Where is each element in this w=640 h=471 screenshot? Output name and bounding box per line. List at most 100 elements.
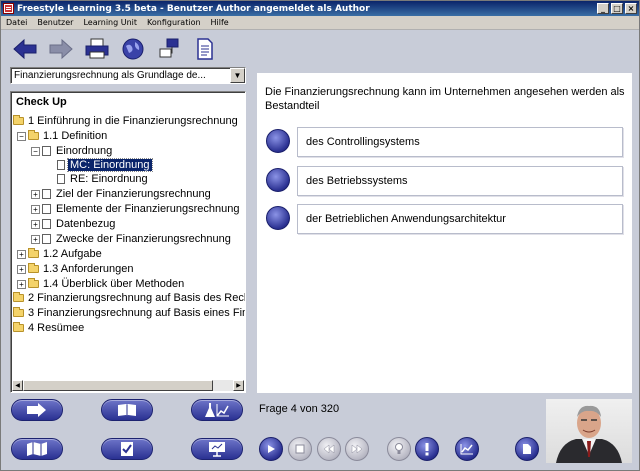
checklist-icon[interactable] [101,438,153,460]
answer-option[interactable]: des Controllingsystems [265,127,625,157]
back-arrow-icon[interactable] [11,35,39,63]
tree-item-label: 3 Finanzierungsrechnung auf Basis eines … [28,307,246,319]
fast-forward-icon[interactable] [345,437,369,461]
presentation-icon[interactable] [191,438,243,460]
tree-item[interactable]: 1 Einführung in die Finanzierungsrechnun… [13,114,240,128]
expand-icon[interactable]: + [17,279,26,289]
tree-item-label: Datenbezug [56,218,116,230]
folder-icon [13,292,24,302]
expand-icon[interactable]: + [17,249,26,259]
tree-item-selected[interactable]: MC: Einordnung [57,158,153,172]
tree-item-label: Elemente der Finanzierungsrechnung [56,203,240,215]
tree-item-label: Einordnung [56,145,113,157]
answer-radio[interactable] [266,168,290,192]
app-window: Freestyle Learning 3.5 beta - Benutzer A… [0,0,640,471]
expand-icon[interactable]: + [31,234,40,244]
tree-item[interactable]: 2 Finanzierungsrechnung auf Basis des Re… [13,291,246,305]
collapse-icon[interactable]: − [17,131,26,141]
globe-icon[interactable] [119,35,147,63]
answer-radio[interactable] [266,129,290,153]
answer-option[interactable]: des Betriebssystems [265,166,625,196]
collapse-icon[interactable]: − [31,146,40,156]
menu-konfiguration[interactable]: Konfiguration [142,18,206,27]
tree-heading: Check Up [16,96,67,108]
folder-icon [13,115,24,125]
stop-icon[interactable] [288,437,312,461]
content-tree[interactable]: Check Up 1 Einführung in die Finanzierun… [10,91,246,393]
map-icon[interactable] [11,438,63,460]
folder-icon [28,278,39,288]
network-icon[interactable] [155,35,183,63]
tree-item[interactable]: + Datenbezug [31,217,117,231]
scroll-track[interactable] [213,380,233,391]
menu-datei[interactable]: Datei [1,18,32,27]
chevron-down-icon[interactable]: ▼ [230,68,245,83]
tree-item-label: RE: Einordnung [70,173,148,185]
play-icon[interactable] [259,437,283,461]
answer-radio[interactable] [266,206,290,230]
answer-label[interactable]: der Betrieblichen Anwendungsarchitektur [297,204,623,234]
answer-label[interactable]: des Betriebssystems [297,166,623,196]
tree-item[interactable]: − Einordnung [31,144,114,158]
expand-icon[interactable]: + [31,189,40,199]
tree-item-label: 2 Finanzierungsrechnung auf Basis des Re… [28,292,246,304]
page-icon [42,189,51,199]
tree-item[interactable]: 4 Resümee [13,321,86,335]
minimize-button[interactable]: _ [597,3,609,14]
learning-unit-value: Finanzierungsrechnung als Grundlage de..… [14,70,206,81]
tree-item[interactable]: − 1.1 Definition [17,129,109,143]
folder-icon [13,322,24,332]
tree-item[interactable]: + 1.3 Anforderungen [17,262,136,276]
scroll-left-icon[interactable]: ◀ [12,380,23,391]
folder-icon [13,307,24,317]
tree-item[interactable]: + Ziel der Finanzierungsrechnung [31,187,213,201]
page-icon [42,219,51,229]
exclamation-icon[interactable] [415,437,439,461]
menu-benutzer[interactable]: Benutzer [32,18,78,27]
tree-item[interactable]: + Zwecke der Finanzierungsrechnung [31,232,233,246]
expand-icon[interactable]: + [31,219,40,229]
tree-item-label: 1.1 Definition [43,130,108,142]
page-icon [42,146,51,156]
tree-item-label: Zwecke der Finanzierungsrechnung [56,233,231,245]
menu-bar: Datei Benutzer Learning Unit Konfigurati… [1,16,639,30]
author-photo [546,399,632,463]
maximize-button[interactable]: □ [611,3,623,14]
enter-arrow-icon[interactable] [11,399,63,421]
rewind-icon[interactable] [317,437,341,461]
scroll-right-icon[interactable]: ▶ [233,380,244,391]
tree-item[interactable]: RE: Einordnung [57,172,150,186]
forward-arrow-icon[interactable] [47,35,75,63]
tree-item[interactable]: 3 Finanzierungsrechnung auf Basis eines … [13,306,246,320]
toolbar [1,31,639,67]
question-text: Die Finanzierungsrechnung kann im Untern… [265,86,625,112]
scroll-thumb[interactable] [23,380,213,391]
answer-label[interactable]: des Controllingsystems [297,127,623,157]
expand-icon[interactable]: + [31,204,40,214]
close-button[interactable]: × [625,3,637,14]
document-icon[interactable] [191,35,219,63]
expand-icon[interactable]: + [17,264,26,274]
book-icon[interactable] [101,399,153,421]
tree-item-label: MC: Einordnung [67,158,153,172]
document-icon [57,160,65,170]
tree-item[interactable]: + Elemente der Finanzierungsrechnung [31,202,241,216]
tree-item[interactable]: + 1.4 Überblick über Methoden [17,277,186,291]
page-icon[interactable] [515,437,539,461]
page-icon [42,204,51,214]
printer-icon[interactable] [83,35,111,63]
chart-icon[interactable] [455,437,479,461]
app-icon [3,3,14,14]
lab-chart-icon[interactable] [191,399,243,421]
tree-item[interactable]: + 1.2 Aufgabe [17,247,104,261]
left-panel: Finanzierungsrechnung als Grundlage de..… [7,67,247,393]
folder-icon [28,130,39,140]
answer-option[interactable]: der Betrieblichen Anwendungsarchitektur [265,204,625,234]
learning-unit-select[interactable]: Finanzierungsrechnung als Grundlage de..… [10,67,246,84]
menu-learning-unit[interactable]: Learning Unit [78,18,142,27]
title-bar: Freestyle Learning 3.5 beta - Benutzer A… [1,1,639,16]
page-icon [42,234,51,244]
lightbulb-icon[interactable] [387,437,411,461]
horizontal-scrollbar[interactable]: ◀ ▶ [12,380,244,391]
menu-hilfe[interactable]: Hilfe [206,18,234,27]
